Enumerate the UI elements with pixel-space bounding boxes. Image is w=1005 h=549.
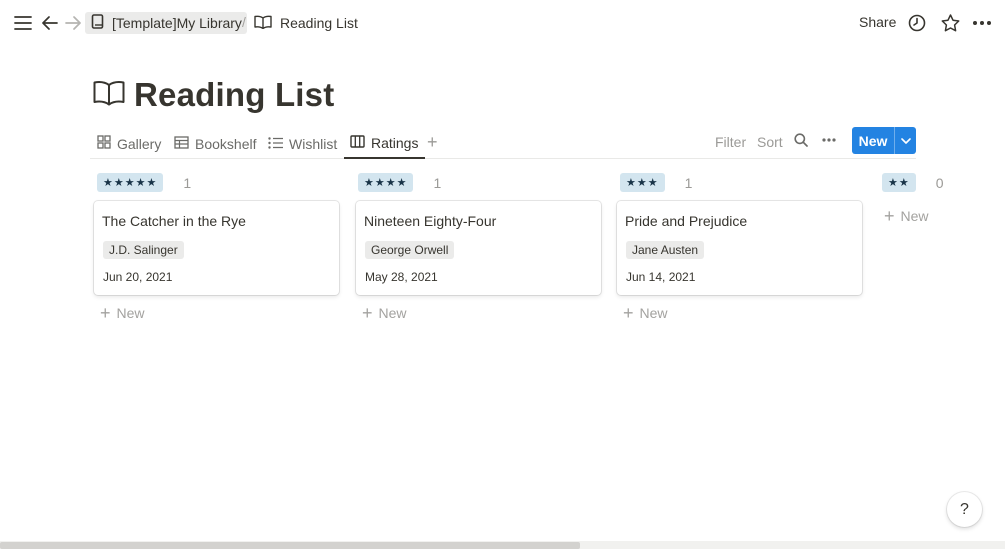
column-header[interactable]: ★★★★ 1 xyxy=(358,173,441,192)
board-card[interactable]: Pride and Prejudice Jane Austen Jun 14, … xyxy=(617,201,862,295)
column-count: 1 xyxy=(433,174,442,191)
author-tag: Jane Austen xyxy=(626,241,705,259)
plus-icon: + xyxy=(884,206,895,226)
author-tag: George Orwell xyxy=(365,241,455,259)
help-button[interactable]: ? xyxy=(947,492,982,527)
help-label: ? xyxy=(960,500,969,518)
star-icon[interactable] xyxy=(939,12,961,34)
open-book-icon[interactable] xyxy=(93,80,125,111)
filter-button[interactable]: Filter xyxy=(715,134,746,150)
more-icon[interactable] xyxy=(971,12,993,34)
tab-label: Bookshelf xyxy=(195,135,257,152)
plus-icon: + xyxy=(100,303,111,323)
more-options-icon[interactable] xyxy=(822,133,836,150)
column-header[interactable]: ★★ 0 xyxy=(882,173,944,192)
card-date: Jun 20, 2021 xyxy=(103,270,173,284)
chevron-down-icon[interactable] xyxy=(895,137,916,144)
breadcrumb-separator: / xyxy=(242,14,246,30)
rating-tag: ★★ xyxy=(882,173,916,192)
card-title: Pride and Prejudice xyxy=(625,213,748,229)
column-header[interactable]: ★★★ 1 xyxy=(620,173,692,192)
column-count: 0 xyxy=(935,174,944,191)
column-header[interactable]: ★★★★★ 1 xyxy=(97,173,191,192)
top-bar: [Template]My Library / Reading List Shar… xyxy=(0,0,1005,45)
page-title-row: Reading List xyxy=(93,76,334,114)
back-arrow-icon[interactable] xyxy=(40,13,60,33)
rating-tag: ★★★ xyxy=(620,173,665,192)
forward-arrow-icon[interactable] xyxy=(63,13,83,33)
column-count: 1 xyxy=(684,174,693,191)
breadcrumb-library-label: [Template]My Library xyxy=(112,15,242,31)
add-view-icon[interactable]: + xyxy=(427,132,438,153)
add-card-button[interactable]: + New xyxy=(623,303,668,323)
table-icon xyxy=(174,135,189,152)
clock-icon[interactable] xyxy=(906,12,928,34)
breadcrumb-library[interactable]: [Template]My Library xyxy=(85,12,247,34)
add-card-label: New xyxy=(378,305,407,321)
sort-button[interactable]: Sort xyxy=(757,134,783,150)
tab-gallery[interactable]: Gallery xyxy=(97,128,161,159)
add-card-label: New xyxy=(639,305,668,321)
book-icon xyxy=(91,14,104,32)
tab-label: Gallery xyxy=(117,135,162,152)
tab-bookshelf[interactable]: Bookshelf xyxy=(174,128,256,159)
rating-tag: ★★★★ xyxy=(358,173,414,192)
add-card-button[interactable]: + New xyxy=(100,303,145,323)
menu-icon[interactable] xyxy=(13,13,33,33)
breadcrumb-page[interactable]: Reading List xyxy=(254,12,358,34)
list-icon xyxy=(268,136,283,152)
share-button[interactable]: Share xyxy=(859,14,896,30)
horizontal-scrollbar[interactable] xyxy=(0,541,1005,549)
board-card[interactable]: Nineteen Eighty-Four George Orwell May 2… xyxy=(356,201,601,295)
tab-ratings[interactable]: Ratings xyxy=(344,128,426,159)
tab-label: Wishlist xyxy=(289,135,338,152)
tab-wishlist[interactable]: Wishlist xyxy=(268,128,337,159)
card-date: May 28, 2021 xyxy=(365,270,438,284)
column-count: 1 xyxy=(183,174,192,191)
board-icon xyxy=(350,134,365,151)
plus-icon: + xyxy=(362,303,373,323)
new-button-label: New xyxy=(858,132,888,149)
scrollbar-thumb[interactable] xyxy=(0,542,580,549)
author-tag: J.D. Salinger xyxy=(103,241,184,259)
new-button[interactable]: New xyxy=(852,127,916,154)
add-card-label: New xyxy=(116,305,145,321)
card-date: Jun 14, 2021 xyxy=(626,270,696,284)
search-icon[interactable] xyxy=(794,133,808,150)
breadcrumb-page-label: Reading List xyxy=(280,15,358,31)
board-card[interactable]: The Catcher in the Rye J.D. Salinger Jun… xyxy=(94,201,339,295)
rating-tag: ★★★★★ xyxy=(97,173,164,192)
add-card-button[interactable]: + New xyxy=(362,303,407,323)
view-bar: Gallery Bookshelf Wishlist Ratings + Fil… xyxy=(90,127,916,159)
card-title: Nineteen Eighty-Four xyxy=(364,213,497,229)
page-title[interactable]: Reading List xyxy=(134,76,334,114)
add-card-button[interactable]: + New xyxy=(884,206,929,226)
plus-icon: + xyxy=(623,303,634,323)
gallery-icon xyxy=(97,135,111,152)
tab-label: Ratings xyxy=(371,134,419,151)
open-book-icon xyxy=(254,15,272,32)
add-card-label: New xyxy=(900,208,929,224)
card-title: The Catcher in the Rye xyxy=(102,213,246,229)
